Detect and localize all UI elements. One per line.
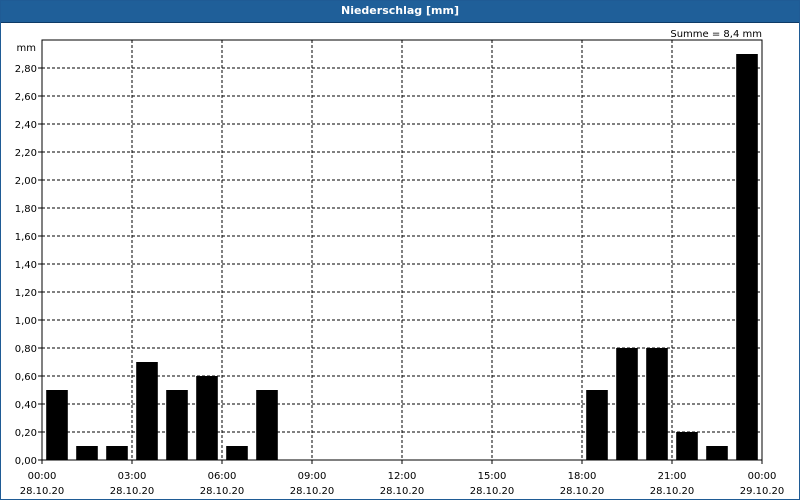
x-tick-date: 28.10.20 (110, 486, 155, 497)
x-tick-date: 28.10.20 (470, 486, 515, 497)
y-tick-label: 1,40 (15, 260, 37, 271)
y-tick-label: 2,20 (15, 148, 37, 159)
bar (226, 446, 248, 460)
y-tick-label: 1,80 (15, 204, 37, 215)
precipitation-chart: 0,00 0,20 0,40 0,60 0,80 1,00 1,20 1,40 1,60 1,80… (15, 29, 785, 497)
sum-annotation: Summe = 8,4 mm (670, 29, 762, 40)
bar (706, 446, 728, 460)
x-tick-date: 28.10.20 (650, 486, 695, 497)
bar (166, 390, 188, 460)
bar (46, 390, 68, 460)
y-tick-label: 0,40 (15, 400, 37, 411)
bar (196, 376, 218, 460)
y-tick-label: 1,20 (15, 288, 37, 299)
x-tick-time: 00:00 (28, 471, 57, 482)
x-tick-date: 28.10.20 (290, 486, 335, 497)
x-tick-time: 06:00 (208, 471, 237, 482)
y-tick-label: 1,60 (15, 232, 37, 243)
y-tick-label: 2,40 (15, 120, 37, 131)
x-axis: 00:00 28.10.20 03:00 28.10.20 06:00 28.10.20 0… (20, 460, 785, 497)
y-axis: 0,00 0,20 0,40 0,60 0,80 1,00 1,20 1,40 1,60 1,80… (15, 64, 42, 467)
bar (676, 432, 698, 460)
x-tick-time: 15:00 (478, 471, 507, 482)
y-tick-label: 0,00 (15, 456, 37, 467)
y-tick-label: 0,20 (15, 428, 37, 439)
x-tick-time: 12:00 (388, 471, 417, 482)
x-tick-time: 18:00 (568, 471, 597, 482)
bar (646, 348, 668, 460)
y-tick-label: 0,60 (15, 372, 37, 383)
x-tick-time: 21:00 (658, 471, 687, 482)
y-tick-label: 2,80 (15, 64, 37, 75)
y-tick-label: 2,00 (15, 176, 37, 187)
x-tick-time: 03:00 (118, 471, 147, 482)
x-tick-date: 28.10.20 (20, 486, 65, 497)
bar (106, 446, 128, 460)
y-tick-label: 1,00 (15, 316, 37, 327)
y-axis-label: mm (17, 43, 36, 54)
x-tick-date: 28.10.20 (560, 486, 605, 497)
x-tick-time: 00:00 (748, 471, 777, 482)
bar (586, 390, 608, 460)
bar (736, 54, 758, 460)
bar (256, 390, 278, 460)
bar (76, 446, 98, 460)
bar (136, 362, 158, 460)
y-tick-label: 0,80 (15, 344, 37, 355)
x-tick-date: 28.10.20 (380, 486, 425, 497)
x-tick-date: 29.10.20 (740, 486, 785, 497)
x-tick-time: 09:00 (298, 471, 327, 482)
x-tick-date: 28.10.20 (200, 486, 245, 497)
bar (616, 348, 638, 460)
y-tick-label: 2,60 (15, 92, 37, 103)
